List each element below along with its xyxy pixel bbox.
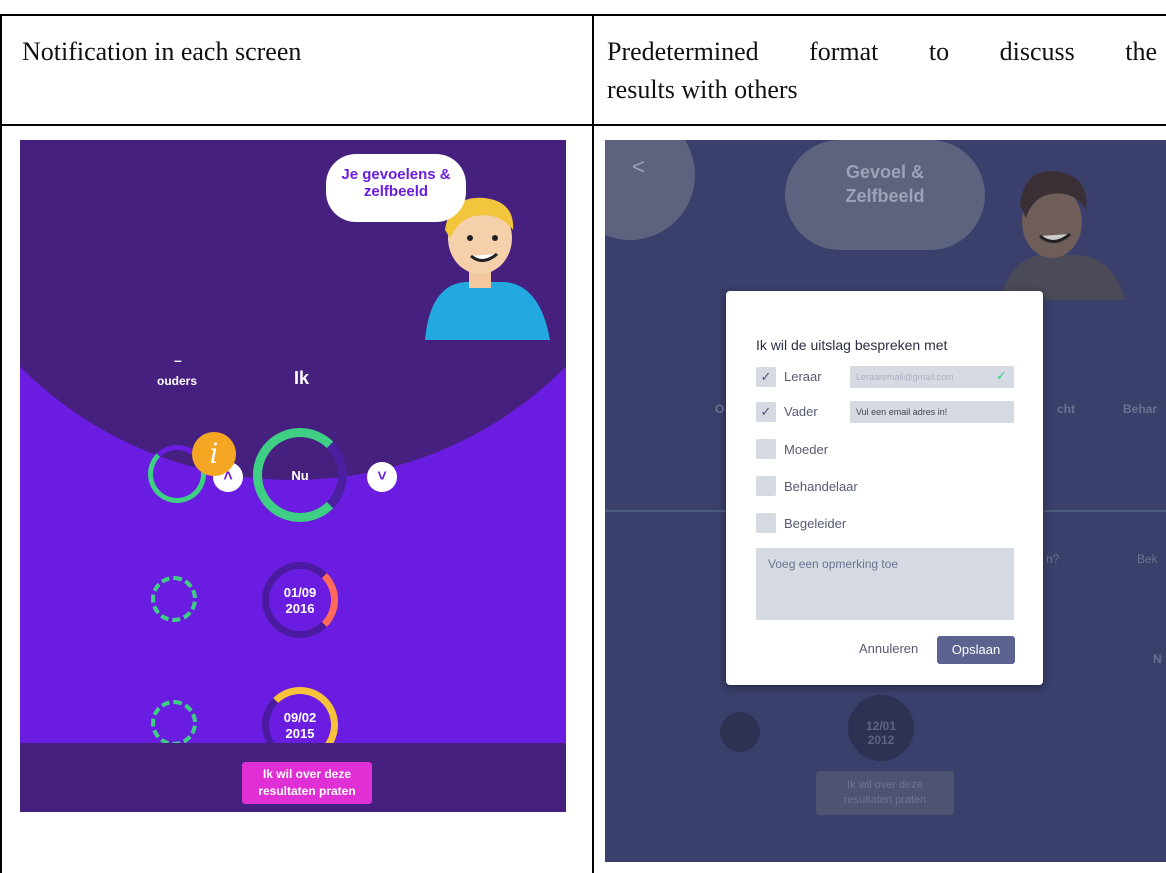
bg-discuss-button: Ik wil over deze resultaten praten — [816, 771, 954, 815]
checkbox-vader-label: Vader — [784, 404, 818, 419]
topic-bubble-line2: zelfbeeld — [363, 183, 429, 200]
bg-label-mid: cht — [1057, 402, 1075, 416]
comment-textarea[interactable]: Voeg een opmerking toe — [756, 548, 1014, 620]
bg-discuss-line1: Ik wil over deze — [847, 779, 923, 791]
bg-discuss-line2: resultaten praten — [843, 794, 927, 806]
checkbox-behandelaar[interactable] — [756, 476, 776, 496]
table-border-top — [0, 14, 1166, 16]
bg-label-left: O — [715, 402, 725, 416]
bg-label-right: Behar — [1123, 402, 1158, 416]
email-field-vader[interactable]: Vul een email adres in! — [850, 401, 1014, 423]
chevron-down-button[interactable]: ˅ — [367, 462, 397, 492]
ring-ik-now-label: Nu — [291, 468, 309, 483]
app-screenshot-discuss: < Gevoel & Zelfbeeld O cht Behar n? Bek … — [605, 140, 1166, 862]
dialog-title: Ik wil de uitslag bespreken met — [756, 337, 948, 353]
save-button[interactable]: Opslaan — [937, 636, 1015, 664]
back-icon[interactable]: < — [632, 154, 645, 180]
checkbox-leraar-label: Leraar — [784, 369, 822, 384]
valid-check-icon: ✓ — [996, 368, 1007, 383]
table-border-left — [0, 14, 2, 873]
checkbox-moeder[interactable] — [756, 439, 776, 459]
topic-cloud-line1: Gevoel & — [845, 162, 925, 182]
discuss-results-button[interactable]: Ik wil over deze resultaten praten — [242, 762, 372, 804]
column-label-ouders: ouders — [157, 374, 198, 388]
email-field-leraar[interactable]: Leraaremail@gmail.com — [850, 366, 1014, 388]
column-header-right: Predetermined format to discuss the — [607, 37, 1157, 66]
ring-ouders-2016 — [151, 576, 197, 622]
column-header-right-line2: results with others — [607, 75, 798, 104]
checkbox-begeleider-label: Begeleider — [784, 516, 847, 531]
checkbox-leraar[interactable]: ✓ — [756, 367, 776, 387]
cancel-button[interactable]: Annuleren — [859, 641, 918, 656]
comment-placeholder: Voeg een opmerking toe — [768, 557, 899, 571]
column-header-left: Notification in each screen — [22, 37, 302, 66]
checkbox-vader[interactable]: ✓ — [756, 402, 776, 422]
ring-ouders-2015 — [151, 700, 197, 746]
app-screenshot-notification: Je gevoelens & zelfbeeld – ouders Ik ˄ N… — [20, 140, 566, 812]
bg-label-n: N — [1153, 652, 1162, 666]
dash-label: – — [174, 352, 182, 368]
bg-date-line2: 2012 — [867, 733, 895, 747]
checkbox-moeder-label: Moeder — [784, 442, 829, 457]
checkbox-begeleider[interactable] — [756, 513, 776, 533]
discuss-results-line1: Ik wil over deze — [262, 767, 352, 781]
back-circle[interactable] — [605, 140, 695, 240]
bg-label-bek: Bek — [1137, 552, 1158, 566]
info-icon[interactable]: i — [192, 432, 236, 476]
bg-ring-left — [720, 712, 760, 752]
table-border-middle — [592, 14, 594, 873]
bg-label-question: n? — [1046, 552, 1060, 566]
topic-cloud-line2: Zelfbeeld — [845, 186, 925, 206]
discuss-dialog: Ik wil de uitslag bespreken met ✓ Leraar… — [726, 291, 1043, 685]
topic-bubble-line1: Je gevoelens & — [341, 166, 451, 183]
topic-bubble: Je gevoelens & zelfbeeld — [326, 154, 466, 222]
column-label-ik: Ik — [294, 368, 310, 388]
character-illustration-dim — [1000, 170, 1125, 300]
bg-date-line1: 12/01 — [865, 719, 897, 733]
ring-ik-2016-line2: 2016 — [285, 601, 315, 616]
discuss-results-line2: resultaten praten — [258, 784, 356, 798]
checkbox-behandelaar-label: Behandelaar — [784, 479, 858, 494]
ring-ik-2015-line1: 09/02 — [283, 710, 317, 725]
ring-ik-2016-line1: 01/09 — [283, 585, 317, 600]
ring-ik-2015-line2: 2015 — [285, 726, 315, 741]
table-border-header — [0, 124, 1166, 126]
